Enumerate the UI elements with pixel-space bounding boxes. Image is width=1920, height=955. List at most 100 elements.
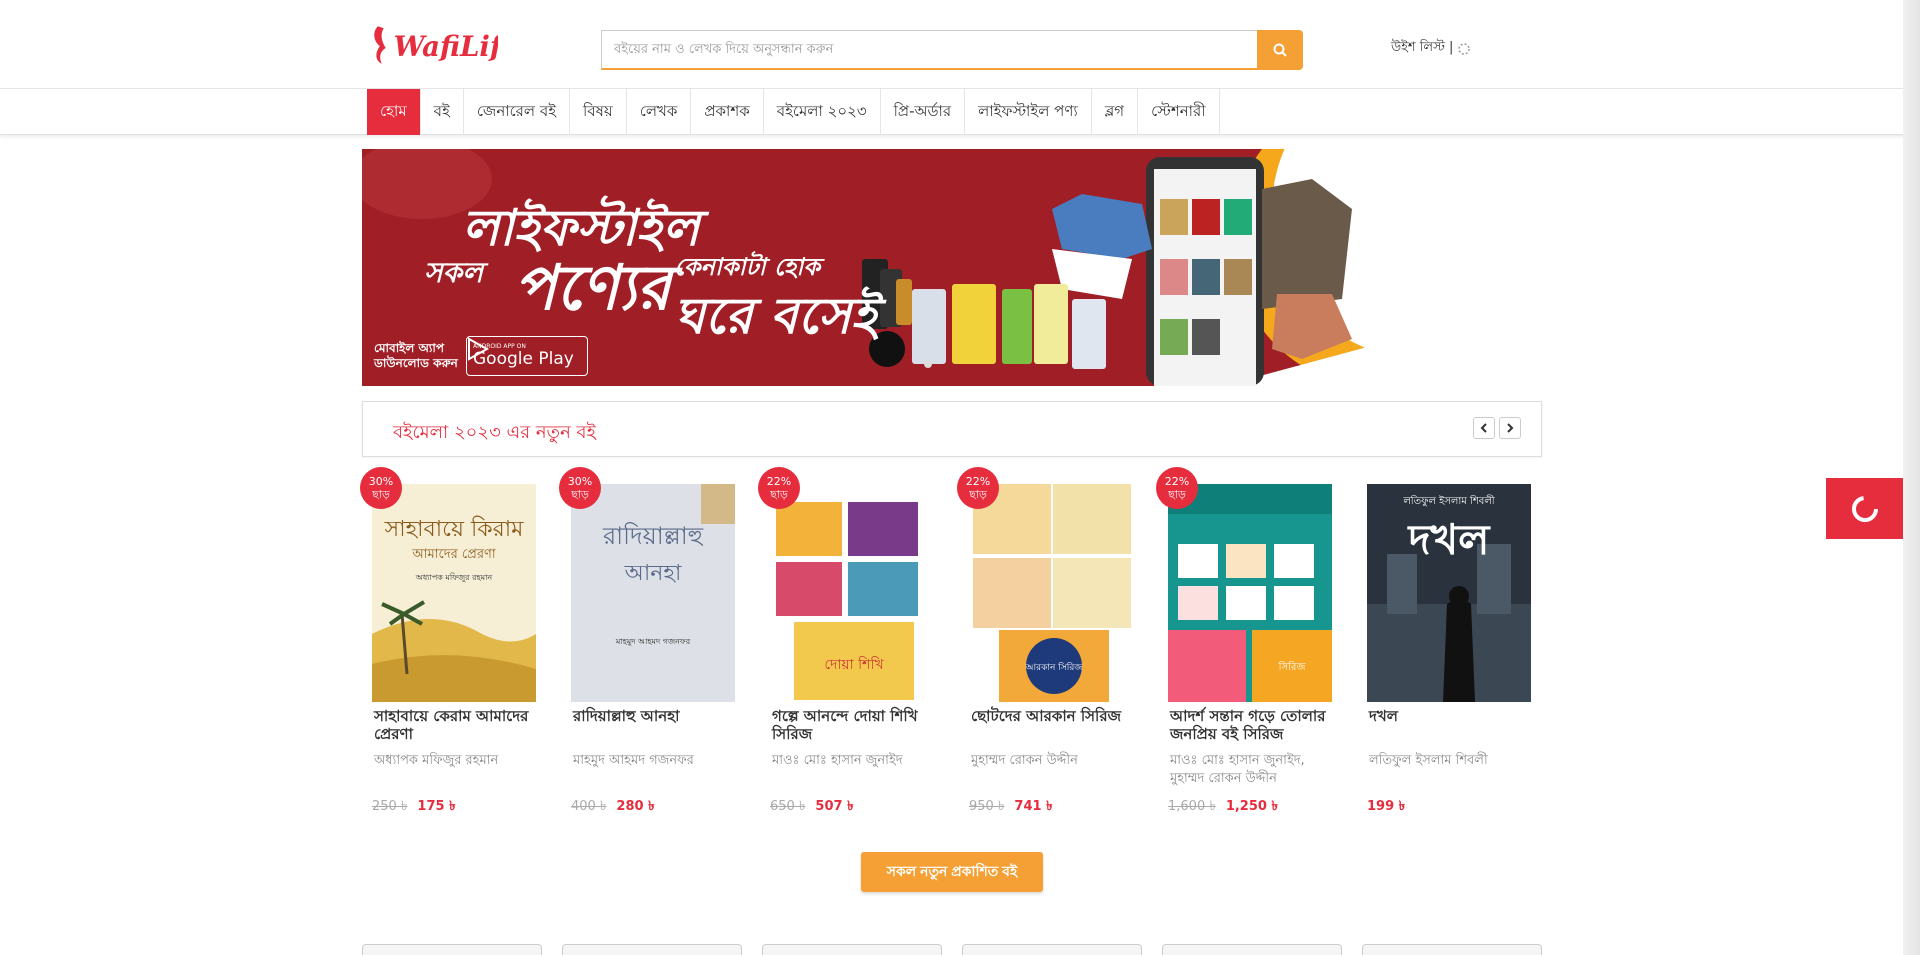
product-title[interactable]: আদর্শ সন্তান গড়ে তোলার জনপ্রিয় বই সিরি… [1170,707,1340,743]
nav-item[interactable]: প্রি-অর্ডার [881,89,966,135]
nav-item[interactable]: জেনারেল বই [464,89,570,135]
product-card[interactable]: দখল লতিফুল ইসলাম শিবলী দখল লতিফুল ইসলাম শিব… [1357,467,1537,817]
next-arrow-button[interactable] [1499,417,1521,439]
search-input[interactable] [601,30,1257,70]
discount-label: ছাড় [1168,488,1186,501]
discount-badge: 22% ছাড় [957,467,999,509]
old-price: 250 ৳ [372,799,408,814]
nav-item[interactable]: ব্লগ [1092,89,1139,135]
nav-item[interactable]: প্রকাশক [691,89,764,135]
sale-price: 741 ৳ [1014,799,1053,814]
promo-banner[interactable]: লাইফস্টাইল সকল পণ্যের কেনাকাটা হোক ঘরে ব… [362,149,1542,386]
google-play-icon [468,337,489,361]
prev-arrow-button[interactable] [1473,417,1495,439]
bottom-tab[interactable] [362,944,542,955]
sale-price: 199 ৳ [1367,799,1406,814]
discount-badge: 22% ছাড় [758,467,800,509]
discount-badge: 30% ছাড় [360,467,402,509]
nav-item[interactable]: স্টেশনারী [1138,89,1220,135]
product-title[interactable]: ছোটদের আরকান সিরিজ [971,707,1141,725]
search-bar [601,30,1303,70]
sale-price: 507 ৳ [815,799,854,814]
old-price: 1,600 ৳ [1168,799,1216,814]
product-author[interactable]: মাওঃ মোঃ হাসান জুনাইদ [772,752,942,770]
nav-item[interactable]: বইমেলা ২০২৩ [764,89,881,135]
product-card[interactable]: আরকান সিরিজ 22% ছাড় ছোটদের আরকান সিরিজ মুহা… [957,467,1141,818]
section-header: বইমেলা ২০২৩ এর নতুন বই [362,401,1542,457]
nav-item[interactable]: হোম [367,89,421,135]
bottom-tab[interactable] [762,944,942,955]
product-price: 199 ৳ [1367,797,1405,818]
app-label-line2: ডাউনলোড করুন [374,356,458,370]
product-price: 650 ৳ 507 ৳ [770,797,854,818]
old-price: 950 ৳ [969,799,1005,814]
chevron-left-icon [1480,423,1487,433]
banner-text-all: সকল [424,256,483,289]
discount-label: ছাড় [969,488,987,501]
product-price: 250 ৳ 175 ৳ [372,797,456,818]
bottom-tab[interactable] [962,944,1142,955]
svg-text:WafiLife: WafiLife [394,29,498,62]
old-price: 400 ৳ [571,799,607,814]
cover-author-text: মাহমুদ আহমদ গজনফর [615,637,691,646]
nav-item[interactable]: লেখক [627,89,692,135]
all-new-books-button[interactable]: সকল নতুন প্রকাশিত বই [861,852,1043,892]
product-card[interactable]: সাহাবায়ে কিরাম আমাদের প্রেরণা অধ্যাপক মফি… [360,467,544,818]
wishlist-link[interactable]: উইশ লিস্ট | [1391,38,1471,59]
bottom-tab[interactable] [1162,944,1342,955]
bottom-tab[interactable] [1362,944,1542,955]
product-title[interactable]: সাহাবায়ে কেরাম আমাদের প্রেরণা [374,707,544,743]
chevron-right-icon [1507,423,1514,433]
discount-percent: 22% [1164,475,1190,488]
cover-title-text: সিরিজ [1278,661,1307,673]
product-price: 950 ৳ 741 ৳ [969,797,1053,818]
cover-title-text: দোয়া শিখি [824,656,884,673]
product-card[interactable]: সিরিজ 22% ছাড় আদর্শ সন্তান গড়ে তোলার জনপ্… [1156,467,1340,818]
product-author[interactable]: লতিফুল ইসলাম শিবলী [1369,752,1539,770]
product-price: 1,600 ৳ 1,250 ৳ [1168,797,1278,818]
product-author[interactable]: অধ্যাপক মফিজুর রহমান [374,752,544,770]
cover-author-text: লতিফুল ইসলাম শিবলী [1402,494,1494,507]
product-title[interactable]: রাদিয়াল্লাহু আনহা [573,707,743,725]
book-cover[interactable]: সিরিজ [1168,484,1332,702]
book-cover[interactable]: দখল লতিফুল ইসলাম শিবলী [1367,484,1531,702]
loading-spinner-icon [1851,495,1878,522]
nav-item[interactable]: বিষয় [570,89,627,135]
book-cover[interactable]: রাদিয়াল্লাহু আনহা মাহমুদ আহমদ গজনফর [571,484,735,702]
cover-title-text: আরকান সিরিজ [1025,662,1084,673]
sale-price: 175 ৳ [417,799,456,814]
slider-dot[interactable] [924,360,932,368]
page: WafiLife উইশ লিস্ট | হোমবইজেনারেল বইবিষয… [0,0,1920,955]
google-play-button[interactable]: ANDROID APP ON Google Play [466,336,588,376]
scrollbar[interactable] [1903,0,1920,955]
product-author[interactable]: মাওঃ মোঃ হাসান জুনাইদ, মুহাম্মদ রোকন উদ্… [1170,752,1340,788]
product-card[interactable]: দোয়া শিখি 22% ছাড় গল্পে আনন্দে দোয়া শিখি… [758,467,942,818]
cover-author-text: অধ্যাপক মফিজুর রহমান [415,573,493,582]
cover-title-text: সাহাবায়ে কিরাম [384,516,524,542]
product-title[interactable]: গল্পে আনন্দে দোয়া শিখি সিরিজ [772,707,942,743]
nav-item[interactable]: বই [421,89,464,135]
search-button[interactable] [1257,30,1303,70]
book-cover[interactable]: আরকান সিরিজ [969,484,1133,702]
book-cover[interactable]: দোয়া শিখি [770,484,934,702]
cover-sub-text: আনহা [624,561,682,586]
product-author[interactable]: মাহমুদ আহমদ গজনফর [573,752,743,770]
discount-badge: 22% ছাড় [1156,467,1198,509]
sale-price: 1,250 ৳ [1225,799,1278,814]
discount-label: ছাড় [571,488,589,501]
book-cover[interactable]: সাহাবায়ে কিরাম আমাদের প্রেরণা অধ্যাপক মফি… [372,484,536,702]
main-nav: হোম বই জেনারেল বই বিষয় লেখক প্রকাশক বইমেলা ২০… [0,88,1920,135]
wafilife-logo[interactable]: WafiLife [368,16,498,71]
floating-loader[interactable] [1826,478,1903,539]
discount-percent: 30% [368,475,394,488]
section-title: বইমেলা ২০২৩ এর নতুন বই [393,422,596,443]
bottom-tab[interactable] [562,944,742,955]
app-label: মোবাইল অ্যাপ ডাউনলোড করুন [374,341,458,371]
product-title[interactable]: দখল [1369,707,1539,725]
search-icon [1273,43,1287,57]
banner-text-products: পণ্যের [514,251,671,324]
discount-percent: 22% [965,475,991,488]
product-author[interactable]: মুহাম্মদ রোকন উদ্দীন [971,752,1141,770]
product-card[interactable]: রাদিয়াল্লাহু আনহা মাহমুদ আহমদ গজনফর 30% ছাড… [559,467,743,817]
nav-item[interactable]: লাইফস্টাইল পণ্য [965,89,1092,135]
